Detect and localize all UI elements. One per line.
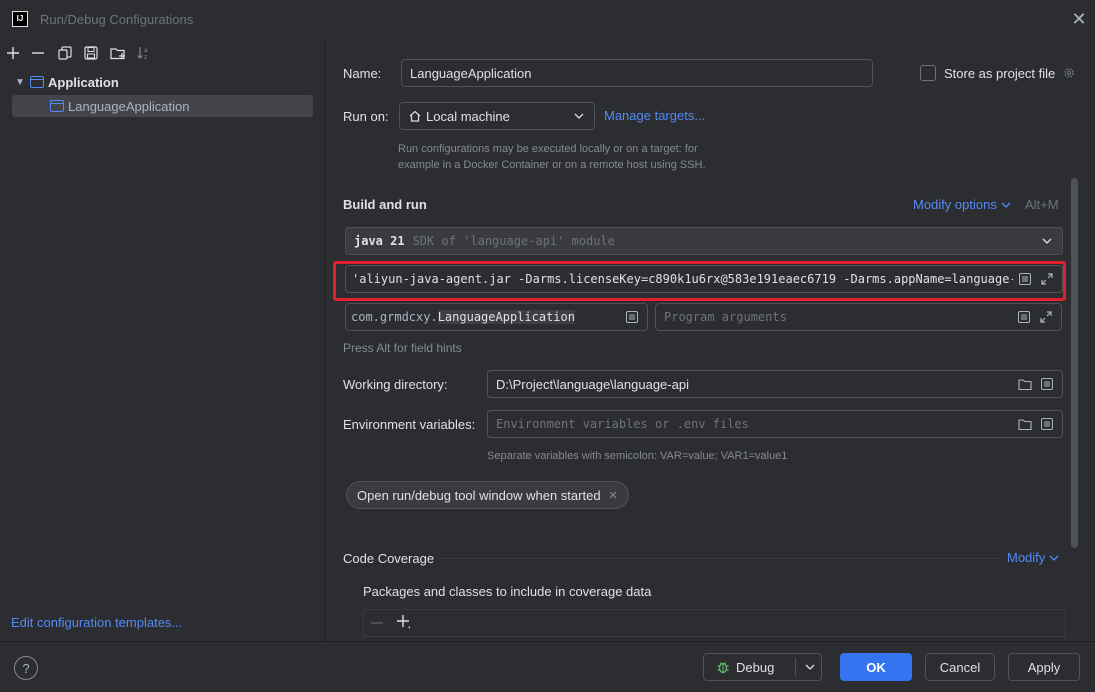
text-edit-icon[interactable]: [1017, 310, 1031, 324]
debug-button-group: Debug: [703, 653, 822, 681]
environment-variables-placeholder: Environment variables or .env files: [496, 417, 749, 431]
intellij-logo-icon: IJ: [12, 11, 28, 27]
working-directory-value: D:\Project\language\language-api: [496, 376, 689, 392]
svg-text:a: a: [144, 47, 148, 54]
sort-icon[interactable]: az: [135, 44, 153, 62]
run-on-label: Run on:: [343, 109, 389, 124]
close-icon[interactable]: ✕: [609, 489, 618, 502]
code-coverage-separator: [440, 558, 1000, 559]
debug-dropdown-arrow[interactable]: [798, 654, 822, 680]
configurations-tree-panel: [0, 40, 325, 641]
manage-targets-link[interactable]: Manage targets...: [604, 108, 705, 123]
jdk-description: SDK of 'language-api' module: [412, 234, 615, 248]
remove-icon: [370, 616, 384, 630]
environment-variables-input[interactable]: Environment variables or .env files: [487, 410, 1063, 438]
text-edit-icon[interactable]: [1040, 417, 1054, 431]
open-tool-window-label: Open run/debug tool window when started: [357, 487, 601, 503]
run-on-dropdown[interactable]: Local machine: [399, 102, 595, 130]
debug-split-divider: [795, 658, 796, 676]
packages-label: Packages and classes to include in cover…: [363, 584, 652, 599]
add-folder-icon[interactable]: [109, 44, 127, 62]
environment-variables-label: Environment variables:: [343, 417, 476, 432]
modify-link[interactable]: Modify: [1007, 550, 1061, 565]
text-edit-icon[interactable]: [1019, 272, 1032, 286]
bug-icon: [716, 660, 730, 674]
vm-options-input[interactable]: 'aliyun-java-agent.jar -Darms.licenseKey…: [345, 265, 1063, 293]
build-and-run-title: Build and run: [343, 197, 427, 212]
modify-options-shortcut: Alt+M: [1025, 197, 1059, 212]
environment-variables-hint: Separate variables with semicolon: VAR=v…: [487, 450, 788, 462]
debug-button[interactable]: Debug: [704, 654, 786, 680]
remove-icon[interactable]: [29, 44, 47, 62]
home-icon: [408, 109, 422, 123]
modify-options-link[interactable]: Modify options: [913, 197, 1013, 212]
debug-label: Debug: [736, 659, 775, 675]
name-value: LanguageApplication: [410, 65, 532, 81]
chevron-down-icon: [999, 198, 1013, 212]
help-button[interactable]: ?: [14, 656, 38, 680]
text-edit-icon[interactable]: [1040, 377, 1054, 391]
ok-button[interactable]: OK: [840, 653, 912, 681]
coverage-packages-table: [363, 609, 1066, 641]
program-arguments-placeholder: Program arguments: [664, 310, 787, 324]
working-directory-input[interactable]: D:\Project\language\language-api: [487, 370, 1063, 398]
main-class-package: com.grmdcxy.: [351, 310, 438, 324]
field-hint: Press Alt for field hints: [343, 341, 462, 355]
code-coverage-title: Code Coverage: [343, 551, 435, 566]
jdk-dropdown[interactable]: java 21 SDK of 'language-api' module: [345, 227, 1063, 255]
title-bar: IJ Run/Debug Configurations ✕: [0, 0, 1095, 40]
main-class-input[interactable]: com.grmdcxy. LanguageApplication: [345, 303, 648, 331]
chevron-down-icon[interactable]: ▼: [12, 77, 28, 88]
application-icon: [30, 76, 44, 88]
edit-configuration-templates-link[interactable]: Edit configuration templates...: [11, 615, 182, 630]
tree-group-application[interactable]: ▼ Application: [12, 71, 313, 93]
open-tool-window-chip[interactable]: Open run/debug tool window when started …: [346, 481, 629, 509]
close-icon[interactable]: ✕: [1071, 10, 1087, 28]
run-on-hint: Run configurations may be executed local…: [398, 143, 706, 171]
chevron-down-icon: [805, 664, 815, 670]
store-as-project-file-checkbox[interactable]: [920, 65, 936, 81]
modify-label: Modify: [1007, 550, 1046, 565]
name-input[interactable]: LanguageApplication: [401, 59, 873, 87]
svg-text:z: z: [144, 54, 147, 61]
working-directory-label: Working directory:: [343, 377, 448, 392]
gear-icon[interactable]: [1062, 66, 1076, 80]
tree-item-language-application[interactable]: LanguageApplication: [12, 95, 313, 117]
window-title: Run/Debug Configurations: [40, 12, 194, 27]
folder-icon[interactable]: [1018, 377, 1032, 391]
vm-options-value: 'aliyun-java-agent.jar -Darms.licenseKey…: [352, 272, 1013, 286]
save-icon[interactable]: [82, 44, 100, 62]
tree-item-label: LanguageApplication: [68, 98, 190, 114]
apply-button[interactable]: Apply: [1008, 653, 1080, 681]
expand-icon[interactable]: [1040, 272, 1054, 286]
expand-icon[interactable]: [1039, 310, 1053, 324]
folder-icon[interactable]: [1018, 417, 1032, 431]
add-icon[interactable]: [396, 615, 410, 629]
tree-group-label: Application: [48, 74, 119, 90]
name-label: Name:: [343, 66, 382, 81]
chevron-down-icon: [572, 109, 586, 123]
store-as-project-file-label: Store as project file: [944, 66, 1056, 81]
chevron-down-icon: [1040, 234, 1054, 248]
text-edit-icon[interactable]: [625, 310, 639, 324]
program-arguments-input[interactable]: Program arguments: [655, 303, 1062, 331]
add-icon[interactable]: [4, 44, 22, 62]
copy-icon[interactable]: [56, 44, 74, 62]
scrollbar[interactable]: [1071, 178, 1078, 548]
main-class-name: LanguageApplication: [437, 310, 575, 324]
chevron-down-icon: [1047, 551, 1061, 565]
run-on-value: Local machine: [426, 108, 510, 124]
modify-options-label: Modify options: [913, 197, 997, 212]
application-icon: [50, 100, 64, 112]
jdk-version: java 21: [354, 234, 405, 248]
cancel-button[interactable]: Cancel: [925, 653, 995, 681]
